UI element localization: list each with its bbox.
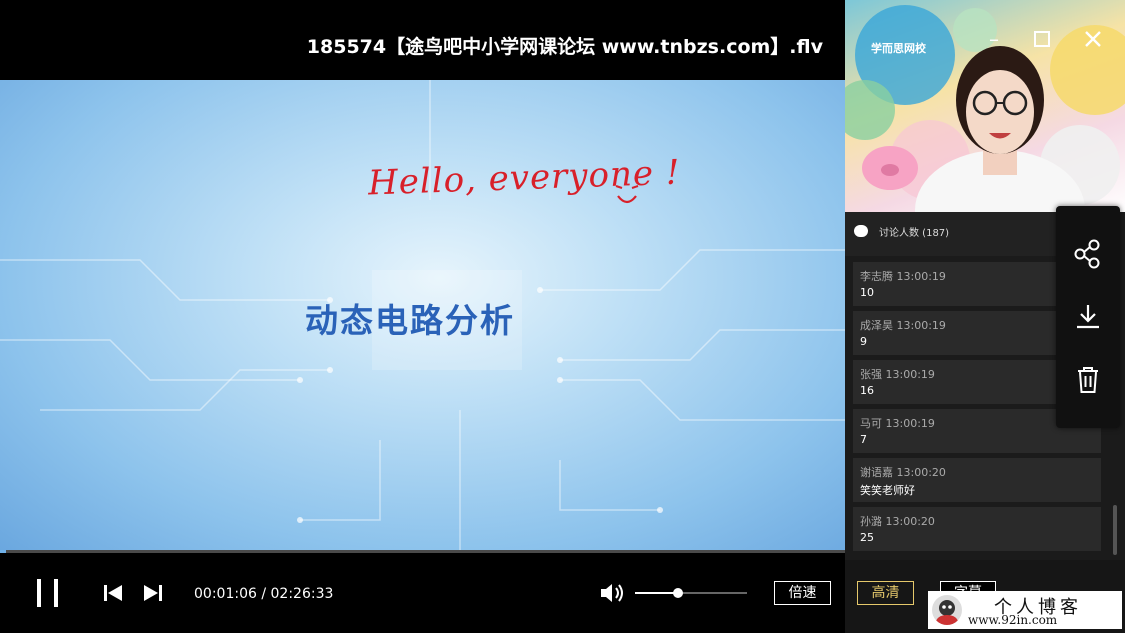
- chat-participant-count: 讨论人数 (187): [879, 228, 950, 239]
- quality-button[interactable]: 高清: [857, 581, 914, 605]
- chat-timestamp: 13:00:19: [896, 319, 946, 332]
- share-icon[interactable]: [1072, 238, 1104, 270]
- skip-next-icon[interactable]: [142, 584, 162, 602]
- download-icon[interactable]: [1072, 302, 1104, 334]
- close-icon[interactable]: [1082, 28, 1104, 50]
- chat-message-text: 9: [860, 335, 867, 348]
- chat-message: 谢语嘉 13:00:20 笑笑老师好: [853, 458, 1101, 502]
- chat-username: 成泽昊: [860, 319, 893, 332]
- chat-message-header: 孙潞 13:00:20: [860, 513, 935, 529]
- current-time: 00:01:06: [194, 586, 257, 602]
- speed-button[interactable]: 倍速: [774, 581, 831, 605]
- chat-bubble-icon: [854, 225, 868, 237]
- chat-timestamp: 13:00:19: [885, 417, 935, 430]
- watermark-avatar-icon: [932, 595, 962, 625]
- trash-icon[interactable]: [1072, 364, 1104, 396]
- teacher-webcam: 学而思网校 –: [845, 0, 1125, 212]
- chat-timestamp: 13:00:20: [885, 515, 935, 528]
- video-canvas[interactable]: Hello, everyone ! 动态电路分析: [0, 80, 845, 552]
- smiley-icon: [615, 185, 639, 204]
- chat-message-text: 16: [860, 384, 874, 397]
- chat-message-header: 李志腾 13:00:19: [860, 268, 946, 284]
- watermark-url: www.92in.com: [968, 613, 1058, 627]
- chat-username: 马可: [860, 417, 882, 430]
- chat-timestamp: 13:00:19: [896, 270, 946, 283]
- maximize-icon[interactable]: [1031, 28, 1053, 50]
- blog-watermark: 个人博客 www.92in.com: [928, 591, 1122, 629]
- chat-message-header: 马可 13:00:19: [860, 415, 935, 431]
- minimize-icon[interactable]: –: [983, 28, 1005, 50]
- floating-action-bar: [1056, 206, 1120, 428]
- chat-message-text: 笑笑老师好: [860, 484, 915, 497]
- volume-handle[interactable]: [672, 588, 683, 598]
- chat-message-text: 7: [860, 433, 867, 446]
- pause-icon[interactable]: [35, 579, 61, 607]
- chat-username: 孙潞: [860, 515, 882, 528]
- chat-message-text: 25: [860, 531, 874, 544]
- title-bar: 185574【途鸟吧中小学网课论坛 www.tnbzs.com】.flv: [0, 0, 845, 80]
- chat-header: 讨论人数 (187): [845, 212, 1057, 256]
- chat-message-header: 张强 13:00:19: [860, 366, 935, 382]
- time-separator: /: [256, 586, 271, 602]
- chat-timestamp: 13:00:19: [885, 368, 935, 381]
- chat-message-text: 10: [860, 286, 874, 299]
- chat-username: 张强: [860, 368, 882, 381]
- chat-message: 孙潞 13:00:20 25: [853, 507, 1101, 551]
- total-time: 02:26:33: [270, 586, 334, 602]
- skip-previous-icon[interactable]: [104, 584, 124, 602]
- chat-scrollbar[interactable]: [1113, 505, 1117, 555]
- chat-timestamp: 13:00:20: [896, 466, 946, 479]
- volume-slider[interactable]: [635, 592, 747, 594]
- school-logo: 学而思网校: [871, 42, 926, 55]
- player-controls: 00:01:06 / 02:26:33 倍速: [0, 553, 845, 633]
- chat-message-header: 成泽昊 13:00:19: [860, 317, 946, 333]
- window-title: 185574【途鸟吧中小学网课论坛 www.tnbzs.com】.flv: [306, 36, 823, 58]
- chat-message-header: 谢语嘉 13:00:20: [860, 464, 946, 480]
- chat-username: 谢语嘉: [860, 466, 893, 479]
- slide-title: 动态电路分析: [305, 301, 515, 340]
- volume-icon[interactable]: [600, 582, 626, 604]
- volume-fill: [635, 592, 678, 594]
- chat-username: 李志腾: [860, 270, 893, 283]
- time-display: 00:01:06 / 02:26:33: [194, 586, 333, 602]
